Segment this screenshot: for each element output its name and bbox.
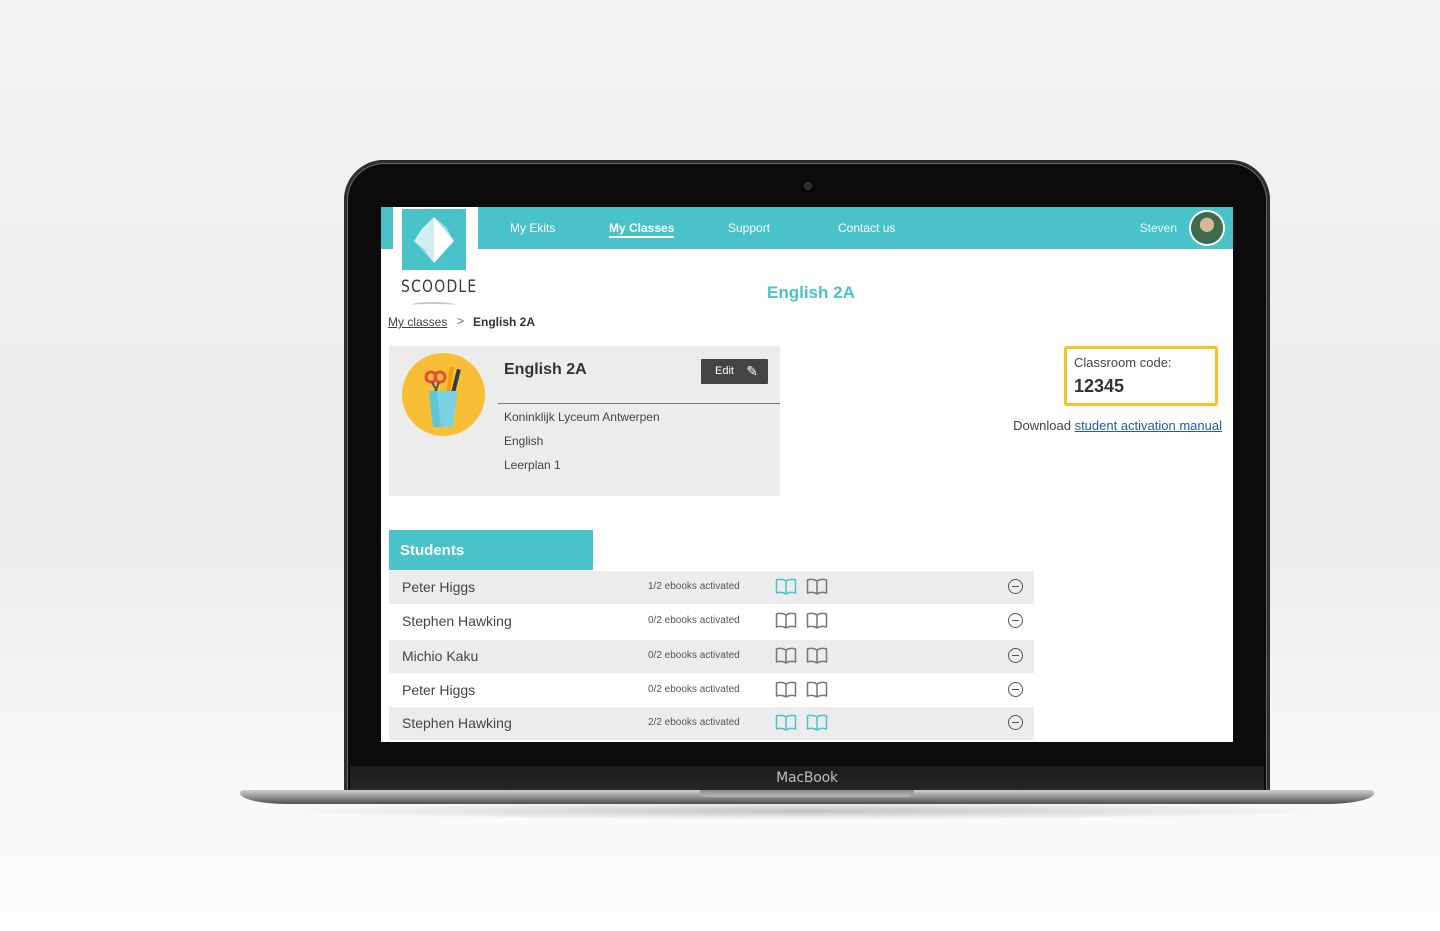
student-row: Stephen Hawking 2/2 ebooks activated <box>389 707 1034 740</box>
nav-label: Support <box>728 221 771 235</box>
remove-student-icon[interactable] <box>1008 715 1023 730</box>
breadcrumb-separator: > <box>457 314 465 328</box>
ebook-inactive-icon[interactable] <box>775 646 797 664</box>
classroom-code-value: 12345 <box>1074 376 1125 396</box>
logo-mark-icon <box>402 209 466 270</box>
breadcrumb-current: English 2A <box>473 315 536 329</box>
ebook-inactive-icon[interactable] <box>806 680 828 698</box>
edit-button[interactable]: Edit ✎ <box>701 359 768 384</box>
student-name[interactable]: Peter Higgs <box>402 682 475 698</box>
class-info-card: English 2A Edit ✎ Koninklijk Lyceum Antw… <box>389 346 780 496</box>
student-row: Peter Higgs 1/2 ebooks activated <box>389 571 1034 604</box>
breadcrumb-my-classes[interactable]: My classes <box>388 315 447 329</box>
laptop-notch <box>700 790 914 797</box>
edit-button-label: Edit <box>715 365 734 377</box>
classroom-code-label: Classroom code: <box>1074 355 1172 370</box>
nav-label: My Ekits <box>510 221 556 235</box>
laptop-shadow <box>270 802 1344 820</box>
avatar[interactable] <box>1191 212 1223 244</box>
ebook-active-icon[interactable] <box>806 713 828 731</box>
ebook-inactive-icon[interactable] <box>775 680 797 698</box>
ebook-status: 0/2 ebooks activated <box>648 684 740 695</box>
ebook-inactive-icon[interactable] <box>806 646 828 664</box>
logo[interactable]: SCOODLE <box>393 207 478 315</box>
download-manual: Download student activation manual <box>1013 418 1222 433</box>
student-name[interactable]: Stephen Hawking <box>402 715 512 731</box>
ebook-active-icon[interactable] <box>775 577 797 595</box>
logo-text: SCOODLE <box>401 277 478 297</box>
student-name[interactable]: Michio Kaku <box>402 648 478 664</box>
device-brand-label: MacBook <box>776 770 838 786</box>
pencil-icon: ✎ <box>746 363 758 379</box>
laptop-hinge: MacBook <box>350 766 1264 792</box>
student-name[interactable]: Peter Higgs <box>402 579 475 595</box>
ebook-inactive-icon[interactable] <box>775 611 797 629</box>
user-name[interactable]: Steven <box>1140 207 1177 249</box>
student-activation-manual-link[interactable]: student activation manual <box>1075 418 1222 433</box>
student-name[interactable]: Stephen Hawking <box>402 613 512 629</box>
page-title: English 2A <box>767 283 855 302</box>
camera-icon <box>805 183 811 189</box>
nav-contact-us[interactable]: Contact us <box>838 207 895 249</box>
nav-label: My Classes <box>609 221 675 238</box>
ebook-status: 0/2 ebooks activated <box>648 650 740 661</box>
top-navigation-bar <box>381 207 1233 249</box>
class-subject: English <box>504 434 544 448</box>
remove-student-icon[interactable] <box>1008 579 1023 594</box>
pencil-cup-icon <box>402 353 485 436</box>
card-divider <box>498 403 780 404</box>
ebook-inactive-icon[interactable] <box>806 611 828 629</box>
download-prefix: Download <box>1013 418 1071 433</box>
ebook-status: 1/2 ebooks activated <box>648 581 740 592</box>
ebook-active-icon[interactable] <box>775 713 797 731</box>
remove-student-icon[interactable] <box>1008 648 1023 663</box>
nav-my-classes[interactable]: My Classes <box>609 207 675 249</box>
ebook-status: 2/2 ebooks activated <box>648 717 740 728</box>
students-header: Students <box>389 530 593 570</box>
nav-my-ekits[interactable]: My Ekits <box>510 207 555 249</box>
class-curriculum: Leerplan 1 <box>504 458 561 472</box>
classroom-code-box: Classroom code: 12345 <box>1064 346 1218 406</box>
nav-support[interactable]: Support <box>728 207 770 249</box>
logo-swoosh <box>411 302 456 308</box>
class-school: Koninklijk Lyceum Antwerpen <box>504 410 660 424</box>
remove-student-icon[interactable] <box>1008 613 1023 628</box>
student-row: Michio Kaku 0/2 ebooks activated <box>389 640 1034 673</box>
app-screen: SCOODLE My Ekits My Classes Support Cont… <box>381 207 1233 742</box>
remove-student-icon[interactable] <box>1008 682 1023 697</box>
nav-label: Contact us <box>838 221 896 235</box>
ebook-inactive-icon[interactable] <box>806 577 828 595</box>
class-name: English 2A <box>504 361 587 378</box>
ebook-status: 0/2 ebooks activated <box>648 615 740 626</box>
student-row: Peter Higgs 0/2 ebooks activated <box>389 674 1034 707</box>
student-row: Stephen Hawking 0/2 ebooks activated <box>389 605 1034 638</box>
